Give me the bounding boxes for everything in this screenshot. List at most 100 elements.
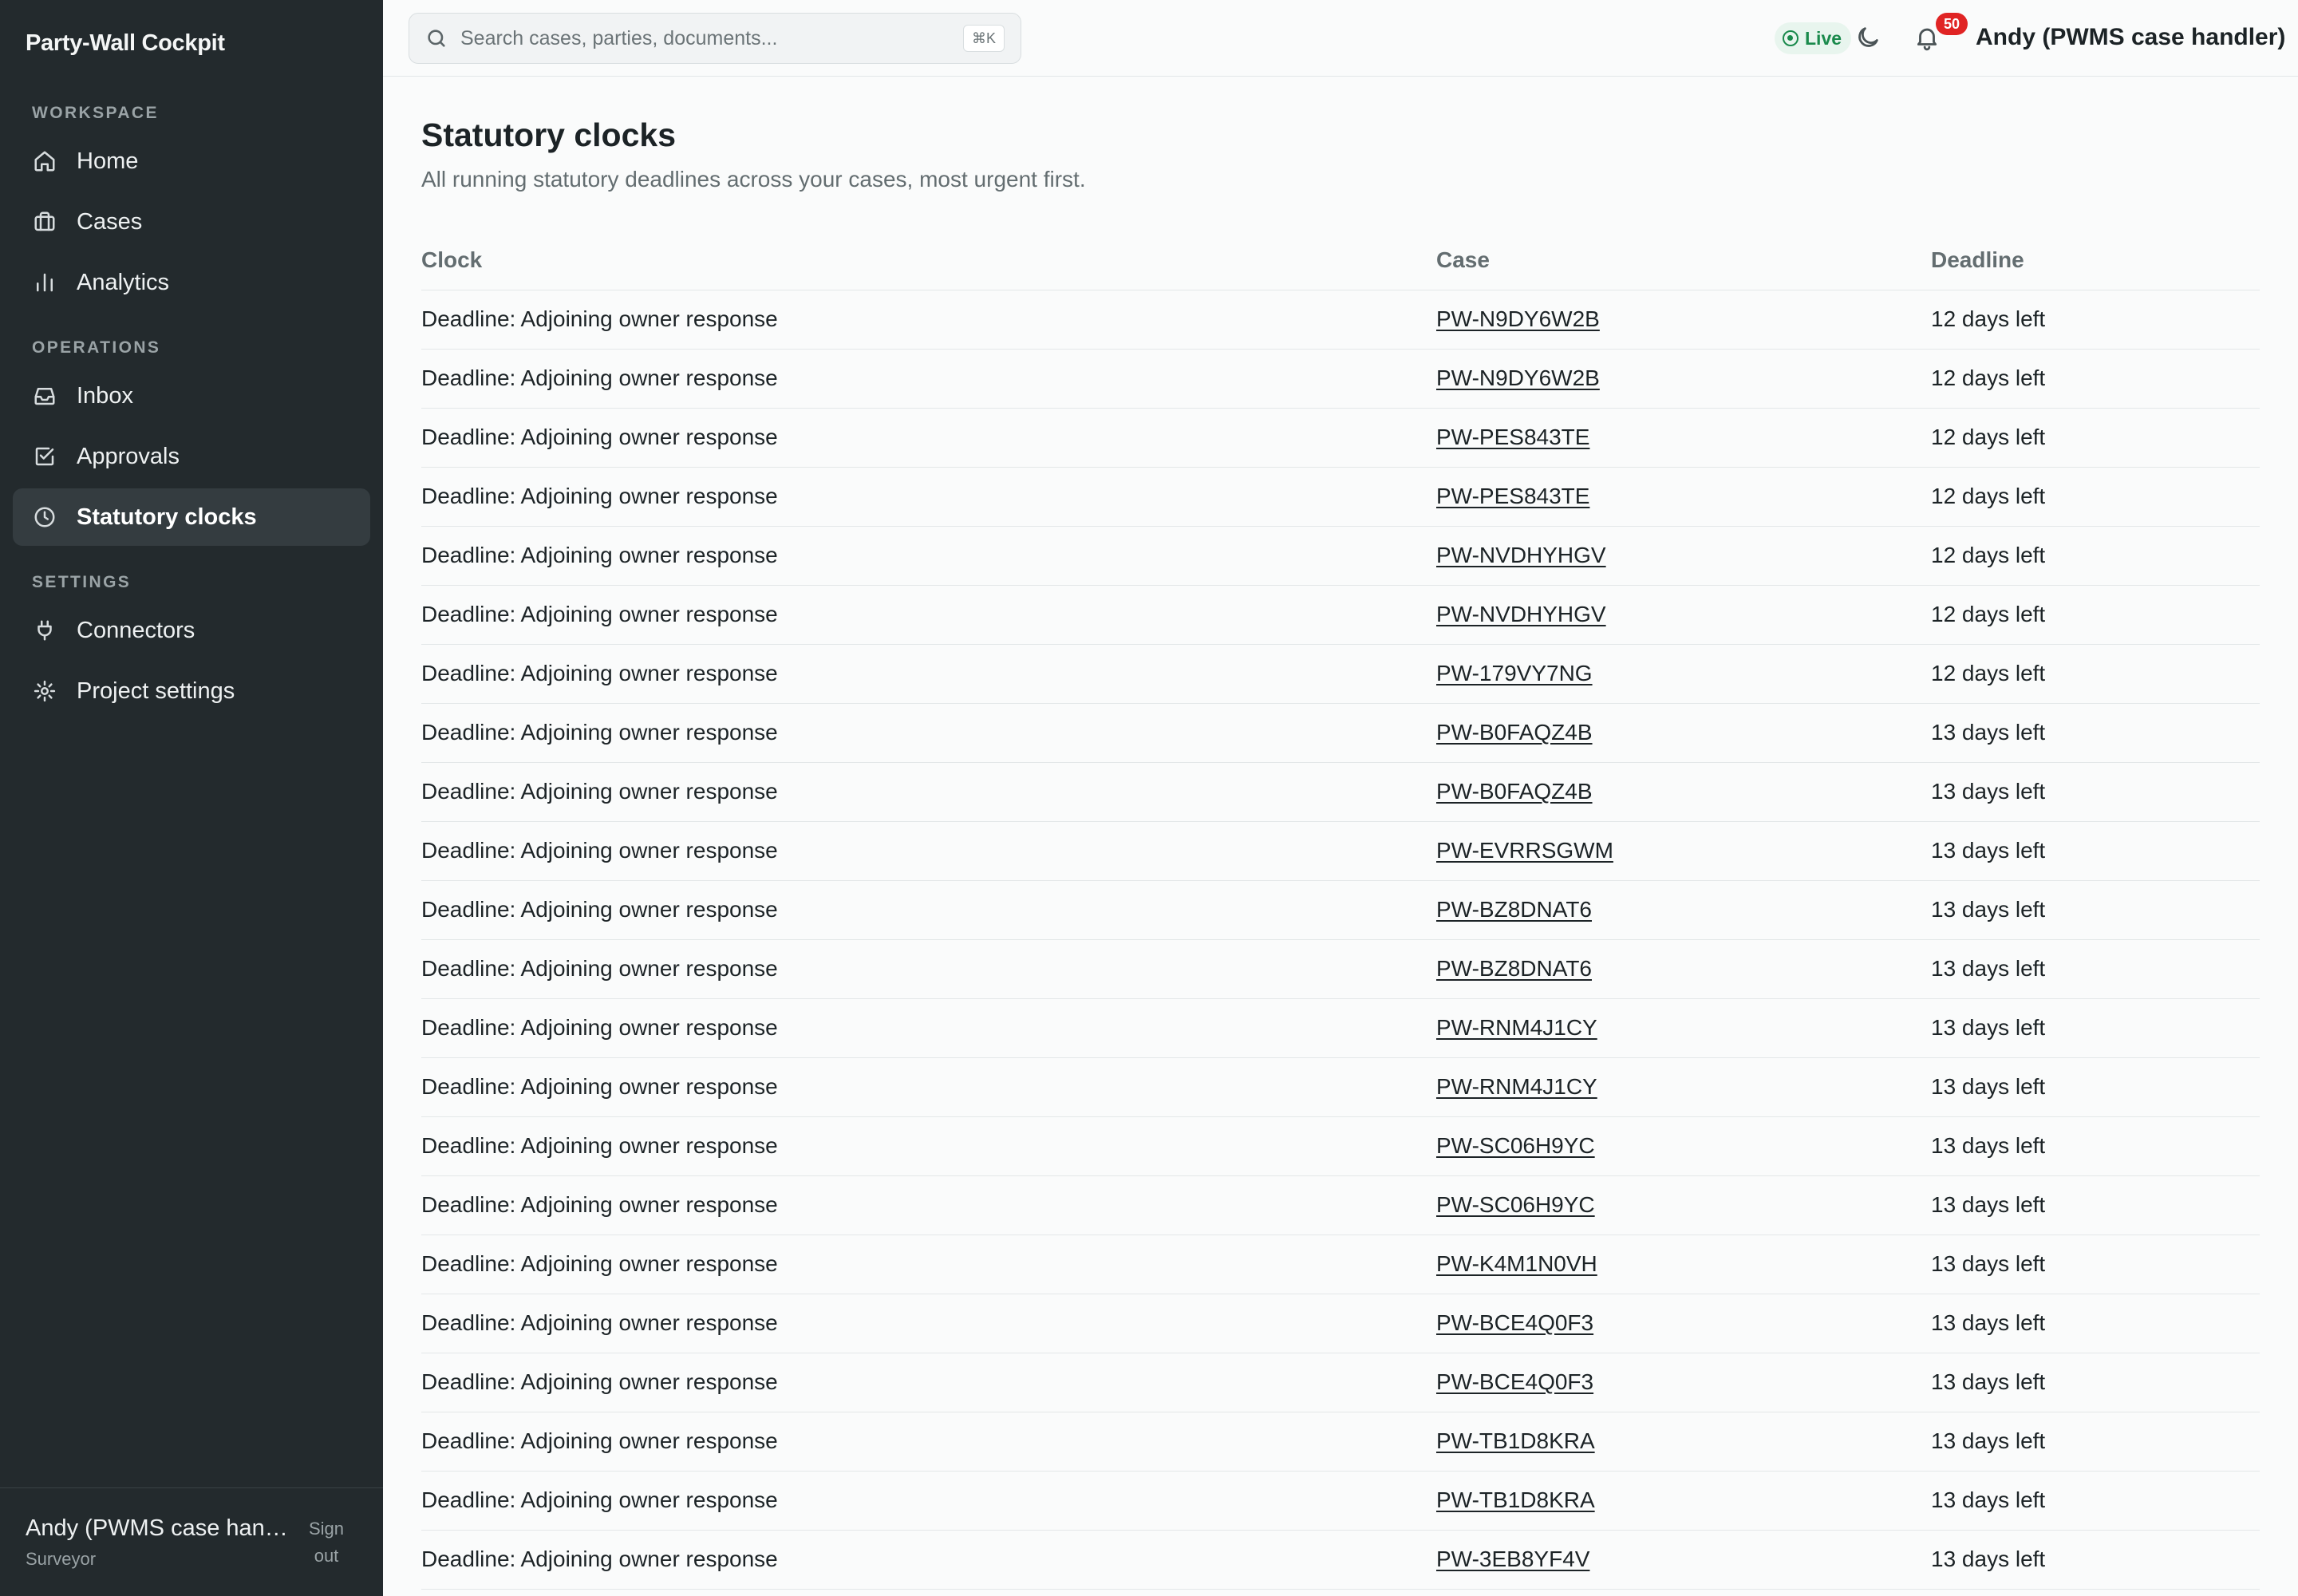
table-row: Deadline: Adjoining owner response PW-RNM… [421, 998, 2260, 1058]
clock-cell: Deadline: Adjoining owner response [421, 1530, 1436, 1590]
deadline-cell: 13 days left [1931, 880, 2260, 940]
sidebar-item-home[interactable]: Home [13, 132, 370, 190]
statutory-clocks-table: Clock Case Deadline Deadline: Adjoining … [421, 231, 2260, 1590]
user-menu[interactable]: Andy (PWMS case handler) [1976, 24, 2285, 51]
sidebar: Party-Wall Cockpit WORKSPACE Home Cases … [0, 0, 383, 1596]
table-row: Deadline: Adjoining owner response PW-179… [421, 644, 2260, 704]
table-row: Deadline: Adjoining owner response PW-NVD… [421, 585, 2260, 645]
briefcase-icon [32, 209, 57, 235]
sidebar-item-connectors[interactable]: Connectors [13, 602, 370, 659]
sidebar-item-statutory-clocks[interactable]: Statutory clocks [13, 488, 370, 546]
deadline-cell: 13 days left [1931, 998, 2260, 1058]
table-body: Deadline: Adjoining owner response PW-N9D… [421, 290, 2260, 1590]
deadline-cell: 13 days left [1931, 821, 2260, 881]
deadline-cell: 13 days left [1931, 1471, 2260, 1531]
deadline-cell: 13 days left [1931, 1057, 2260, 1117]
sidebar-item-cases[interactable]: Cases [13, 193, 370, 251]
deadline-cell: 13 days left [1931, 1353, 2260, 1412]
column-header-deadline: Deadline [1931, 231, 2260, 290]
deadline-cell: 12 days left [1931, 408, 2260, 468]
clock-cell: Deadline: Adjoining owner response [421, 1116, 1436, 1176]
case-link[interactable]: PW-B0FAQZ4B [1436, 720, 1593, 745]
case-link[interactable]: PW-EVRRSGWM [1436, 838, 1613, 863]
case-link[interactable]: PW-N9DY6W2B [1436, 365, 1600, 390]
case-link[interactable]: PW-PES843TE [1436, 484, 1589, 508]
case-link[interactable]: PW-3EB8YF4V [1436, 1547, 1589, 1571]
clock-icon [32, 504, 57, 530]
deadline-cell: 12 days left [1931, 349, 2260, 409]
case-link[interactable]: PW-SC06H9YC [1436, 1192, 1595, 1217]
sign-out-button[interactable]: Sign out [295, 1515, 357, 1570]
bar-chart-icon [32, 270, 57, 295]
sidebar-footer: Andy (PWMS case handler) Surveyor Sign o… [0, 1487, 383, 1596]
clock-cell: Deadline: Adjoining owner response [421, 703, 1436, 763]
case-cell: PW-TB1D8KRA [1436, 1412, 1931, 1472]
current-user-name: Andy (PWMS case handler) [26, 1515, 289, 1541]
case-link[interactable]: PW-K4M1N0VH [1436, 1251, 1597, 1276]
search-input[interactable] [460, 26, 955, 50]
table-row: Deadline: Adjoining owner response PW-EVR… [421, 821, 2260, 881]
live-label: Live [1805, 27, 1842, 49]
case-cell: PW-RNM4J1CY [1436, 998, 1931, 1058]
column-header-case: Case [1436, 231, 1931, 290]
nav-section-workspace: WORKSPACE [32, 104, 159, 122]
clock-cell: Deadline: Adjoining owner response [421, 1412, 1436, 1472]
case-cell: PW-SC06H9YC [1436, 1175, 1931, 1235]
case-cell: PW-BZ8DNAT6 [1436, 880, 1931, 940]
clock-cell: Deadline: Adjoining owner response [421, 939, 1436, 999]
case-link[interactable]: PW-NVDHYHGV [1436, 543, 1606, 567]
current-user-role: Surveyor [26, 1549, 97, 1569]
clock-cell: Deadline: Adjoining owner response [421, 1294, 1436, 1353]
table-row: Deadline: Adjoining owner response PW-B0F… [421, 703, 2260, 763]
case-link[interactable]: PW-BCE4Q0F3 [1436, 1310, 1593, 1335]
page-subtitle: All running statutory deadlines across y… [421, 167, 1086, 192]
live-dot-icon [1783, 30, 1799, 46]
deadline-cell: 12 days left [1931, 467, 2260, 527]
case-link[interactable]: PW-RNM4J1CY [1436, 1074, 1597, 1099]
sidebar-item-label: Approvals [77, 443, 180, 469]
clock-cell: Deadline: Adjoining owner response [421, 880, 1436, 940]
table-row: Deadline: Adjoining owner response PW-SC0… [421, 1116, 2260, 1176]
table-row: Deadline: Adjoining owner response PW-BZ8… [421, 880, 2260, 940]
deadline-cell: 13 days left [1931, 1235, 2260, 1294]
clock-cell: Deadline: Adjoining owner response [421, 1353, 1436, 1412]
theme-toggle-button[interactable] [1854, 24, 1883, 53]
sidebar-item-label: Home [77, 148, 139, 174]
case-cell: PW-N9DY6W2B [1436, 349, 1931, 409]
case-cell: PW-SC06H9YC [1436, 1116, 1931, 1176]
table-row: Deadline: Adjoining owner response PW-BCE… [421, 1294, 2260, 1353]
table-row: Deadline: Adjoining owner response PW-B0F… [421, 762, 2260, 822]
table-row: Deadline: Adjoining owner response PW-N9D… [421, 349, 2260, 409]
clock-cell: Deadline: Adjoining owner response [421, 1235, 1436, 1294]
case-link[interactable]: PW-NVDHYHGV [1436, 602, 1606, 626]
search-box[interactable]: ⌘K [409, 13, 1021, 64]
case-link[interactable]: PW-BZ8DNAT6 [1436, 897, 1592, 922]
case-link[interactable]: PW-SC06H9YC [1436, 1133, 1595, 1158]
sidebar-item-inbox[interactable]: Inbox [13, 367, 370, 425]
search-icon [428, 30, 445, 47]
sidebar-item-project-settings[interactable]: Project settings [13, 662, 370, 720]
table-row: Deadline: Adjoining owner response PW-K4M… [421, 1235, 2260, 1294]
clock-cell: Deadline: Adjoining owner response [421, 644, 1436, 704]
case-link[interactable]: PW-TB1D8KRA [1436, 1428, 1595, 1453]
home-icon [32, 148, 57, 174]
top-bar: ⌘K Live 50 Andy (PWMS case handler) [383, 0, 2298, 77]
clock-cell: Deadline: Adjoining owner response [421, 349, 1436, 409]
nav-section-settings: SETTINGS [32, 573, 132, 591]
table-row: Deadline: Adjoining owner response PW-SC0… [421, 1175, 2260, 1235]
case-link[interactable]: PW-B0FAQZ4B [1436, 779, 1593, 804]
case-link[interactable]: PW-BZ8DNAT6 [1436, 956, 1592, 981]
case-link[interactable]: PW-PES843TE [1436, 425, 1589, 449]
check-square-icon [32, 444, 57, 469]
case-link[interactable]: PW-N9DY6W2B [1436, 306, 1600, 331]
case-link[interactable]: PW-RNM4J1CY [1436, 1015, 1597, 1040]
table-row: Deadline: Adjoining owner response PW-PES… [421, 467, 2260, 527]
sidebar-item-analytics[interactable]: Analytics [13, 254, 370, 311]
case-link[interactable]: PW-179VY7NG [1436, 661, 1593, 685]
case-cell: PW-3EB8YF4V [1436, 1530, 1931, 1590]
deadline-cell: 12 days left [1931, 644, 2260, 704]
sidebar-item-approvals[interactable]: Approvals [13, 428, 370, 485]
case-link[interactable]: PW-TB1D8KRA [1436, 1487, 1595, 1512]
case-link[interactable]: PW-BCE4Q0F3 [1436, 1369, 1593, 1394]
sidebar-item-label: Statutory clocks [77, 504, 257, 530]
